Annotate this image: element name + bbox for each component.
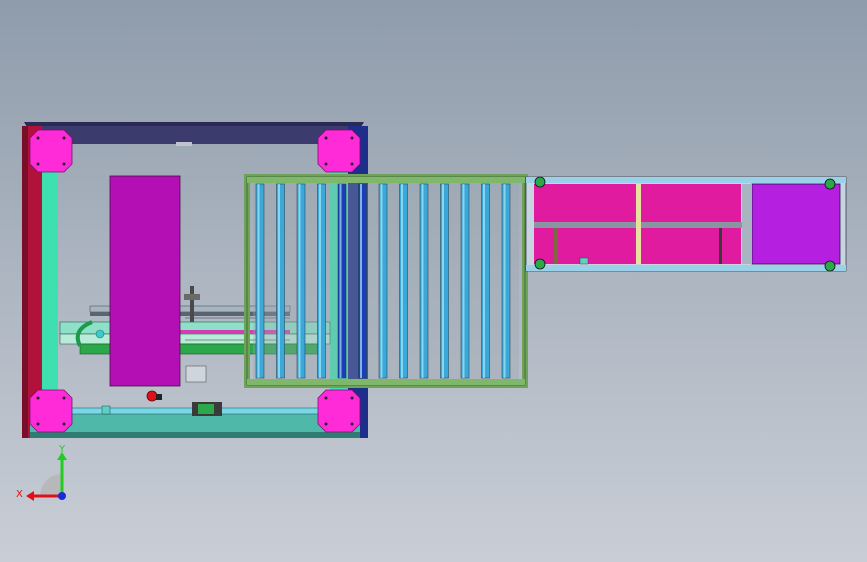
roller-7	[378, 183, 388, 379]
roller-highlight-10	[442, 184, 444, 378]
red-stop-button[interactable]	[146, 390, 158, 402]
roller-13	[501, 183, 511, 379]
caster-wheel-3	[824, 178, 836, 190]
panel-cell-1	[534, 184, 638, 222]
view-triad-icon[interactable]: X Y	[16, 444, 67, 501]
roller-9	[419, 183, 429, 379]
axis-x-label: X	[16, 489, 23, 500]
caster-wheel-1	[534, 176, 546, 188]
corner-block-bottom-left	[29, 389, 73, 433]
roller-1	[255, 183, 265, 379]
corner-block-bottom-right	[317, 389, 361, 433]
roller-2	[276, 183, 285, 379]
axis-y-label: Y	[58, 444, 66, 455]
roller-highlight-7	[380, 184, 383, 378]
roller-highlight-4	[319, 184, 321, 378]
roller-highlight-1	[257, 184, 260, 378]
caster-wheel-2	[534, 258, 546, 270]
roller-4	[317, 183, 326, 379]
panel-cell-5	[641, 228, 719, 264]
roller-5	[337, 183, 347, 379]
panel-cell-4	[558, 228, 638, 264]
cad-viewport[interactable]: X Y	[0, 0, 867, 562]
frame-top-beam	[30, 126, 358, 144]
panel-cell-6	[722, 228, 741, 264]
roller-highlight-11	[462, 184, 465, 378]
panel-cell-3	[534, 228, 554, 264]
roller-11	[460, 183, 470, 379]
roller-10	[440, 183, 449, 379]
corner-block-top-left	[29, 129, 73, 173]
roller-highlight-5	[339, 184, 342, 378]
magenta-plate	[109, 175, 181, 387]
inner-rail-left	[42, 158, 58, 412]
roller-conveyor	[244, 174, 528, 388]
caster-wheel-4	[824, 260, 836, 272]
side-panel-assembly	[525, 176, 847, 272]
panel-cell-2	[641, 184, 741, 222]
roller-highlight-8	[401, 184, 403, 378]
roller-6	[358, 183, 367, 379]
roller-3	[296, 183, 306, 379]
corner-block-top-right	[317, 129, 361, 173]
roller-highlight-12	[483, 184, 485, 378]
roller-highlight-6	[360, 184, 362, 378]
roller-highlight-2	[278, 184, 280, 378]
roller-8	[399, 183, 408, 379]
roller-highlight-13	[503, 184, 506, 378]
panel-cell-violet	[751, 183, 841, 265]
axis-z-marker	[58, 492, 66, 500]
roller-12	[481, 183, 490, 379]
roller-highlight-3	[298, 184, 301, 378]
frame-top-notch	[176, 142, 192, 146]
roller-highlight-9	[421, 184, 424, 378]
